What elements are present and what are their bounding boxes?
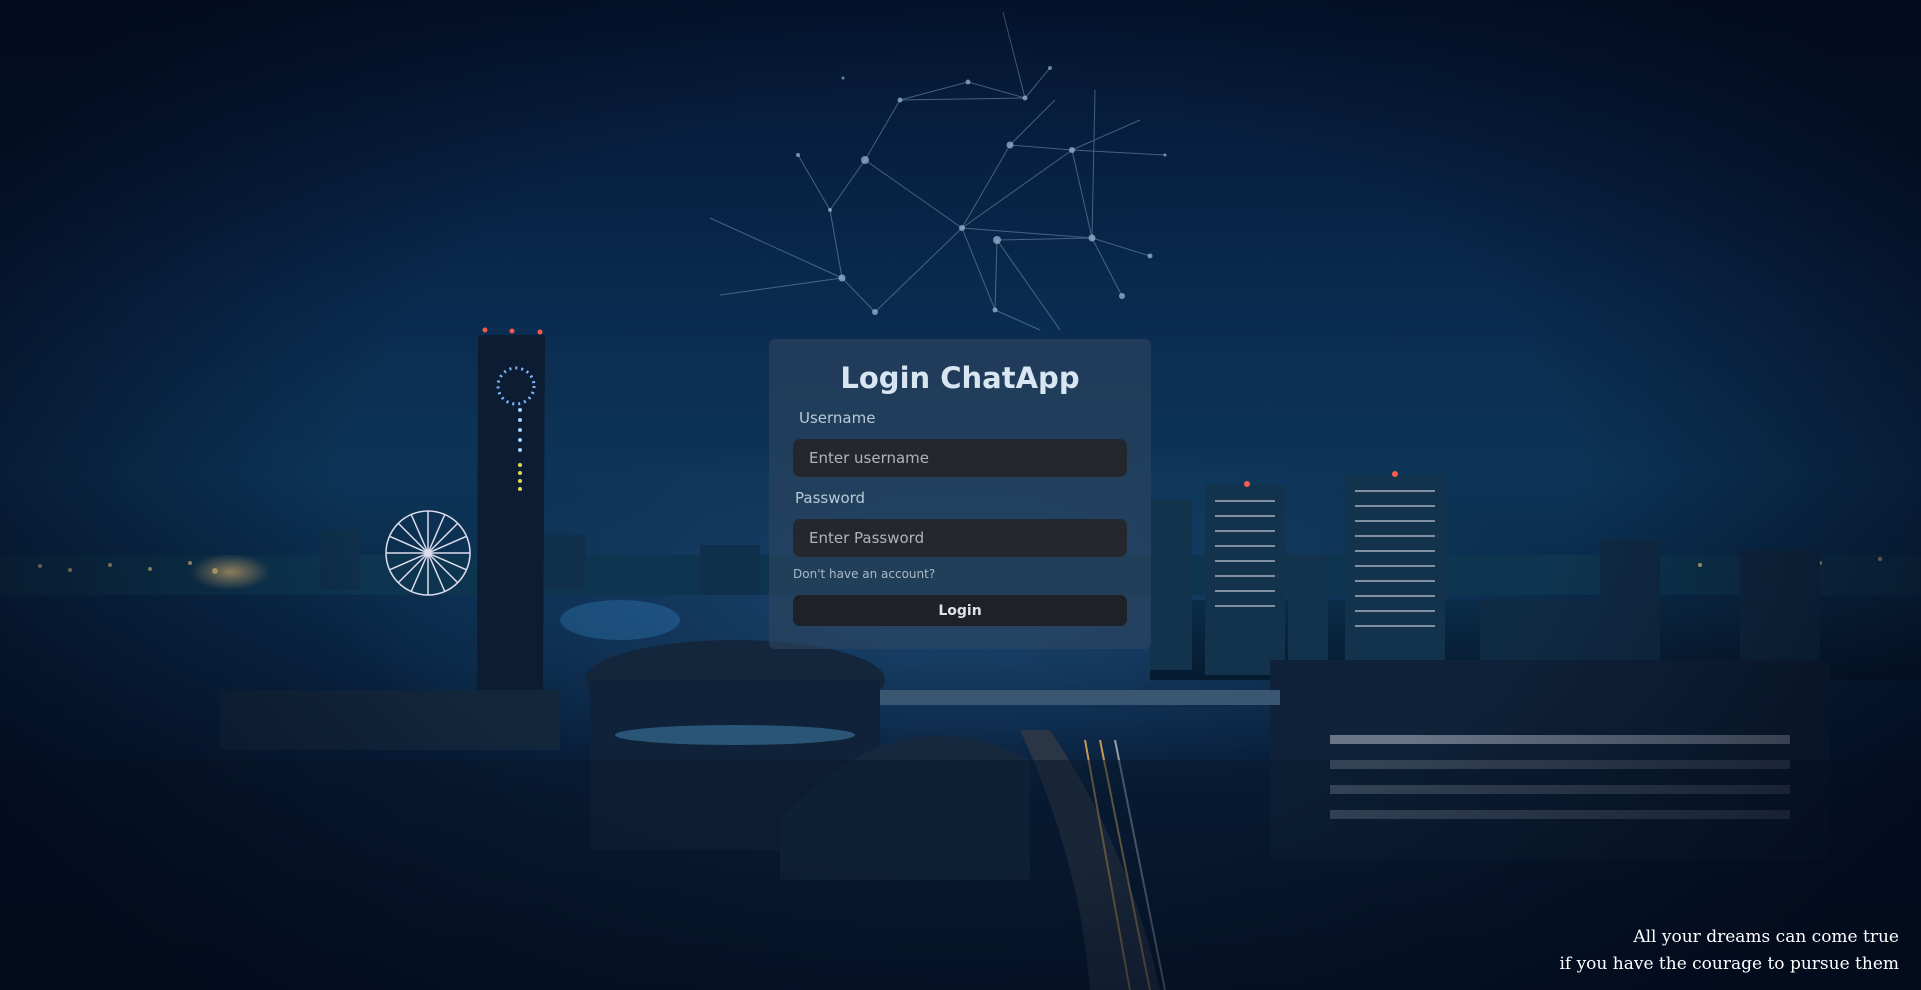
username-input[interactable] <box>793 439 1127 477</box>
quote-line-1: All your dreams can come true <box>1633 927 1899 947</box>
quote-line-2: if you have the courage to pursue them <box>1559 954 1899 974</box>
password-label: Password <box>795 489 866 507</box>
login-title: Login ChatApp <box>840 361 1080 395</box>
signup-link[interactable]: Don't have an account? <box>793 567 935 581</box>
motivational-quote: All your dreams can come true if you hav… <box>1559 924 1899 978</box>
username-label: Username <box>799 409 876 427</box>
login-card: Login ChatApp Username Password Don't ha… <box>769 339 1151 649</box>
password-input[interactable] <box>793 519 1127 557</box>
login-button[interactable]: Login <box>793 595 1127 626</box>
